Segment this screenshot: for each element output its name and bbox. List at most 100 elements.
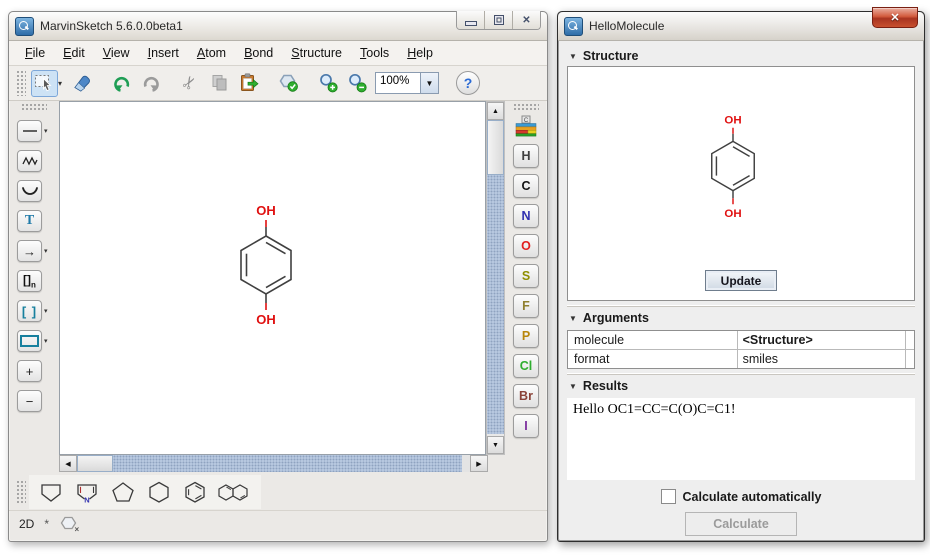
element-button-o[interactable]: O [513,234,539,258]
zoom-out-icon [346,72,369,94]
template-cyclopentadiene-button[interactable] [35,477,67,507]
undo-button[interactable] [108,70,135,97]
rectangle-tool-dropdown[interactable]: ▾ [44,337,51,345]
ring-down-pentagon-icon [38,480,64,504]
arc-tool-button[interactable] [17,180,42,202]
minimize-button[interactable] [457,11,485,29]
periodic-table-button[interactable]: C [513,114,539,138]
template-cyclopentane-button[interactable] [107,477,139,507]
paste-button[interactable] [235,70,262,97]
element-button-s[interactable]: S [513,264,539,288]
element-button-cl[interactable]: Cl [513,354,539,378]
vertical-scrollbar[interactable]: ▲ ▼ [486,101,505,455]
help-button[interactable]: ? [456,71,480,95]
dialog-title-bar[interactable]: HelloMolecule ✕ [558,12,924,41]
eraser-tool-button[interactable] [68,70,95,97]
update-button[interactable]: Update [705,270,777,291]
menu-view[interactable]: View [95,43,138,63]
chain-icon [21,155,39,167]
close-button[interactable]: ✕ [513,11,540,29]
table-row[interactable]: molecule <Structure> [568,331,914,350]
chain-tool-button[interactable] [17,150,42,172]
template-toolbar: N [9,474,547,510]
main-area: ▾ ▾ ▾ T ▾ → ▾ []n ▾ [ ] ▾ ▾ + [9,101,547,455]
results-section-header[interactable]: ▼ Results [567,374,915,396]
scroll-left-button[interactable]: ◀ [59,455,77,472]
zoom-level-value: 100% [376,73,420,93]
redo-button[interactable] [137,70,164,97]
calculate-automatically-checkbox[interactable] [661,489,676,504]
menu-atom[interactable]: Atom [189,43,234,63]
single-bond-icon [21,125,39,137]
check-structure-button[interactable] [275,70,302,97]
element-button-f[interactable]: F [513,294,539,318]
bond-tool-dropdown[interactable]: ▾ [44,127,51,135]
tools-grip[interactable] [21,103,47,112]
element-button-c[interactable]: C [513,174,539,198]
menu-bond[interactable]: Bond [236,43,281,63]
zoom-out-button[interactable] [344,70,371,97]
rectangle-tool-button[interactable] [17,330,42,352]
template-pyrrole-button[interactable]: N [71,477,103,507]
element-button-h[interactable]: H [513,144,539,168]
left-tool-column: ▾ ▾ ▾ T ▾ → ▾ []n ▾ [ ] ▾ ▾ + [9,101,59,455]
select-tool-button[interactable] [31,70,58,97]
horizontal-scrollbar[interactable]: ◀ ▶ [59,455,488,472]
bond-tool-button[interactable] [17,120,42,142]
calculate-button[interactable]: Calculate [685,512,797,536]
horizontal-scroll-track[interactable] [113,455,462,472]
structure-check-status-icon[interactable]: × [59,515,79,533]
select-tool-dropdown[interactable]: ▾ [58,79,66,88]
scroll-down-button[interactable]: ▼ [487,436,504,454]
arrow-tool-dropdown[interactable]: ▾ [44,247,51,255]
arrow-right-icon: ▶ [476,460,481,468]
increase-charge-button[interactable]: + [17,360,42,382]
copy-button[interactable] [206,70,233,97]
bracket-tool-button[interactable]: [ ] [17,300,42,322]
arguments-section-header[interactable]: ▼ Arguments [567,306,915,328]
template-benzene-button[interactable] [179,477,211,507]
bracket-tool-dropdown[interactable]: ▾ [44,307,51,315]
structure-section-header[interactable]: ▼ Structure [567,45,915,66]
menu-tools[interactable]: Tools [352,43,397,63]
vertical-scroll-thumb[interactable] [487,120,504,175]
table-spacer [905,350,914,368]
element-button-br[interactable]: Br [513,384,539,408]
scroll-right-button[interactable]: ▶ [470,455,488,472]
restore-button[interactable] [485,11,513,29]
cut-button[interactable]: ✂ [177,70,204,97]
menu-file[interactable]: File [17,43,53,63]
text-tool-button[interactable]: T [17,210,42,232]
decrease-charge-button[interactable]: − [17,390,42,412]
element-button-p[interactable]: P [513,324,539,348]
vertical-scroll-track[interactable] [487,175,504,434]
dialog-close-button[interactable]: ✕ [872,7,918,28]
toolbar-grip[interactable] [16,70,26,96]
structure-section-label: Structure [583,49,639,63]
horizontal-scroll-thumb[interactable] [77,455,113,472]
arrow-tool-button[interactable]: → [17,240,42,262]
element-button-n[interactable]: N [513,204,539,228]
title-bar[interactable]: MarvinSketch 5.6.0.0beta1 ✕ [9,12,547,41]
zoom-in-button[interactable] [315,70,342,97]
drawing-canvas[interactable]: OH OH [59,101,486,455]
structure-viewer[interactable]: OH OH Update [567,66,915,301]
scroll-up-button[interactable]: ▲ [487,102,504,120]
close-x-icon: ✕ [890,11,899,24]
repeat-group-tool-button[interactable]: []n [17,270,42,292]
copy-icon [209,72,231,94]
elements-grip[interactable] [513,103,539,111]
menu-edit[interactable]: Edit [55,43,93,63]
element-button-i[interactable]: I [513,414,539,438]
paste-icon [238,72,260,94]
menu-structure[interactable]: Structure [283,43,350,63]
menu-help[interactable]: Help [399,43,441,63]
table-row[interactable]: format smiles [568,350,914,368]
argument-name: molecule [568,331,738,349]
zoom-level-combo[interactable]: 100% ▼ [375,72,439,94]
template-cyclohexane-button[interactable] [143,477,175,507]
zoom-combo-dropdown[interactable]: ▼ [420,73,438,93]
menu-insert[interactable]: Insert [140,43,187,63]
template-naphthalene-button[interactable] [215,477,255,507]
template-grip[interactable] [16,480,26,504]
